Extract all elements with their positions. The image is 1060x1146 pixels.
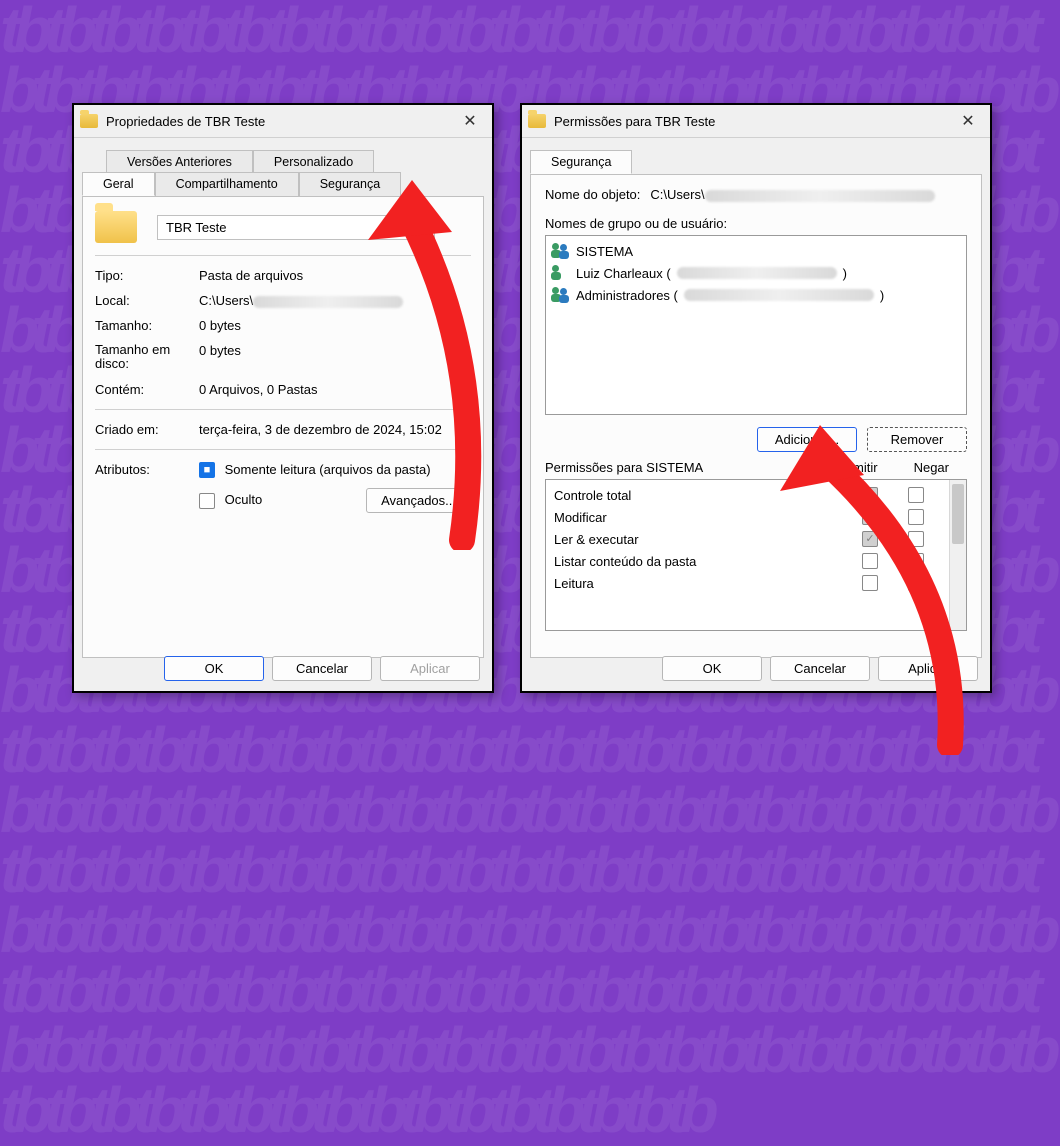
titlebar[interactable]: Permissões para TBR Teste ✕: [522, 105, 990, 138]
permission-label: Listar conteúdo da pasta: [554, 554, 850, 569]
remove-button[interactable]: Remover: [867, 427, 967, 452]
redacted-path: [253, 296, 403, 308]
list-item[interactable]: Luiz Charleaux (): [552, 262, 960, 284]
tab-security[interactable]: Segurança: [530, 150, 632, 174]
tab-general[interactable]: Geral: [82, 172, 155, 196]
folder-icon: [80, 114, 98, 128]
permission-row: Modificar ✓: [554, 506, 958, 528]
permission-label: Leitura: [554, 576, 850, 591]
user-icon: [552, 265, 570, 281]
user-name: SISTEMA: [576, 244, 633, 259]
value-size: 0 bytes: [199, 318, 471, 333]
folder-large-icon: [95, 211, 137, 243]
user-name: Luiz Charleaux (: [576, 266, 671, 281]
value-contains: 0 Arquivos, 0 Pastas: [199, 382, 471, 397]
object-prefix: C:\Users\: [650, 187, 704, 202]
checkbox-readonly[interactable]: ■: [199, 462, 215, 478]
checkbox-hidden[interactable]: [199, 493, 215, 509]
checkbox-allow[interactable]: [862, 575, 878, 591]
apply-button[interactable]: Aplicar: [878, 656, 978, 681]
users-listbox[interactable]: SISTEMA Luiz Charleaux () Administradore…: [545, 235, 967, 415]
users-group-icon: [552, 243, 570, 259]
permissions-dialog: Permissões para TBR Teste ✕ Segurança No…: [520, 103, 992, 693]
label-size-on-disk: Tamanho em disco:: [95, 343, 191, 372]
col-deny: Negar: [914, 460, 949, 475]
label-hidden: Oculto: [225, 492, 263, 507]
label-created: Criado em:: [95, 422, 191, 437]
label-location: Local:: [95, 293, 191, 308]
permission-row: Listar conteúdo da pasta: [554, 550, 958, 572]
advanced-button[interactable]: Avançados...: [366, 488, 471, 513]
tab-panel-security: Nome do objeto: C:\Users\ Nomes de grupo…: [530, 174, 982, 658]
label-permissions-for: Permissões para SISTEMA: [545, 460, 703, 475]
checkbox-deny[interactable]: [908, 487, 924, 503]
folder-name-input[interactable]: TBR Teste: [157, 215, 435, 240]
scrollbar[interactable]: [949, 480, 966, 630]
list-item[interactable]: SISTEMA: [552, 240, 960, 262]
redacted: [677, 267, 837, 279]
label-readonly: Somente leitura (arquivos da pasta): [225, 462, 431, 477]
label-type: Tipo:: [95, 268, 191, 283]
window-title: Permissões para TBR Teste: [554, 114, 952, 129]
permissions-listbox[interactable]: Controle total ✓ Modificar ✓ Ler & executar ✓…: [545, 479, 967, 631]
apply-button[interactable]: Aplicar: [380, 656, 480, 681]
cancel-button[interactable]: Cancelar: [770, 656, 870, 681]
value-type: Pasta de arquivos: [199, 268, 471, 283]
permission-label: Controle total: [554, 488, 850, 503]
location-prefix: C:\Users\: [199, 293, 253, 308]
checkbox-deny[interactable]: [908, 509, 924, 525]
properties-dialog: Propriedades de TBR Teste ✕ Versões Ante…: [72, 103, 494, 693]
permission-row: Leitura: [554, 572, 958, 594]
checkbox-allow[interactable]: ✓: [862, 531, 878, 547]
window-title: Propriedades de TBR Teste: [106, 114, 454, 129]
permission-label: Modificar: [554, 510, 850, 525]
redacted: [684, 289, 874, 301]
checkbox-deny[interactable]: [908, 553, 924, 569]
cancel-button[interactable]: Cancelar: [272, 656, 372, 681]
user-name: Administradores (: [576, 288, 678, 303]
permission-label: Ler & executar: [554, 532, 850, 547]
label-attributes: Atributos:: [95, 462, 191, 514]
checkbox-deny[interactable]: [908, 531, 924, 547]
tab-panel-general: TBR Teste Tipo: Pasta de arquivos Local:…: [82, 196, 484, 658]
user-suffix: ): [843, 266, 847, 281]
ok-button[interactable]: OK: [164, 656, 264, 681]
users-group-icon: [552, 287, 570, 303]
value-created: terça-feira, 3 de dezembro de 2024, 15:0…: [199, 422, 471, 437]
tab-sharing[interactable]: Compartilhamento: [155, 172, 299, 196]
titlebar[interactable]: Propriedades de TBR Teste ✕: [74, 105, 492, 138]
user-suffix: ): [880, 288, 884, 303]
list-item[interactable]: Administradores (): [552, 284, 960, 306]
permission-row: Ler & executar ✓: [554, 528, 958, 550]
label-size: Tamanho:: [95, 318, 191, 333]
col-allow: Permitir: [833, 460, 878, 475]
checkbox-allow[interactable]: [862, 553, 878, 569]
add-button[interactable]: Adicionar...: [757, 427, 857, 452]
checkbox-allow[interactable]: ✓: [862, 487, 878, 503]
permission-row: Controle total ✓: [554, 484, 958, 506]
tab-previous-versions[interactable]: Versões Anteriores: [106, 150, 253, 173]
value-object-name: C:\Users\: [650, 187, 934, 202]
redacted-path: [705, 190, 935, 202]
close-icon[interactable]: ✕: [952, 109, 984, 133]
tab-security[interactable]: Segurança: [299, 172, 401, 196]
scrollbar-thumb[interactable]: [952, 484, 964, 544]
close-icon[interactable]: ✕: [454, 109, 486, 133]
label-object-name: Nome do objeto:: [545, 187, 640, 202]
ok-button[interactable]: OK: [662, 656, 762, 681]
value-location: C:\Users\: [199, 293, 471, 308]
checkbox-deny[interactable]: [908, 575, 924, 591]
checkbox-allow[interactable]: ✓: [862, 509, 878, 525]
folder-icon: [528, 114, 546, 128]
tab-customize[interactable]: Personalizado: [253, 150, 374, 173]
value-size-on-disk: 0 bytes: [199, 343, 471, 372]
label-contains: Contém:: [95, 382, 191, 397]
label-group-users: Nomes de grupo ou de usuário:: [545, 216, 967, 231]
